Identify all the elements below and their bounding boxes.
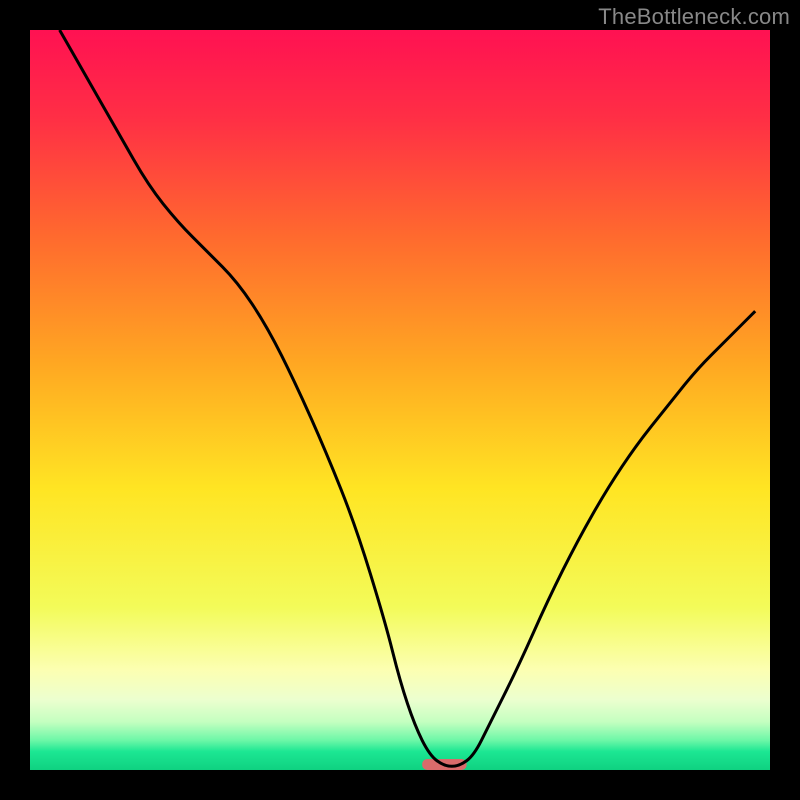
plot-background [30, 30, 770, 770]
bottleneck-chart [0, 0, 800, 800]
chart-container: TheBottleneck.com [0, 0, 800, 800]
watermark-text: TheBottleneck.com [598, 4, 790, 30]
